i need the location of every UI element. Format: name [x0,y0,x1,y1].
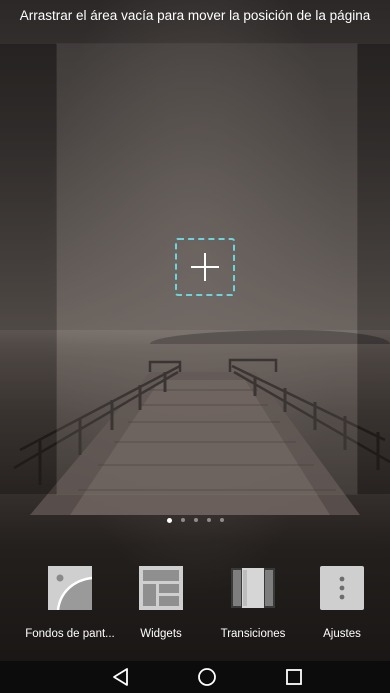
transitions-button[interactable]: Transiciones [205,566,301,640]
system-navigation-bar [0,661,390,693]
home-screen-edit-mode: Arrastrar el área vacía para mover la po… [0,0,390,693]
transitions-label: Transiciones [220,628,286,640]
page-indicator [0,517,390,523]
home-button[interactable] [187,665,227,689]
settings-dots-icon [320,566,364,610]
wallpapers-label: Fondos de pant... [25,628,115,640]
next-page-preview [357,44,390,494]
widgets-label: Widgets [140,628,182,640]
wallpapers-button[interactable]: Fondos de pant... [22,566,118,640]
page-dot-active[interactable] [166,517,172,523]
page-dot[interactable] [206,518,211,522]
home-circle-icon [198,668,216,686]
page-dot[interactable] [219,518,224,522]
transitions-icon [231,566,275,610]
widgets-icon [139,566,183,610]
recents-square-icon [286,669,302,685]
page-dot[interactable] [193,518,198,522]
back-button[interactable] [101,665,141,689]
edit-toolbar: Fondos de pant... Widgets Transiciones A… [0,566,390,646]
settings-label: Ajustes [323,628,361,640]
page-dot[interactable] [180,518,185,522]
settings-button[interactable]: Ajustes [294,566,390,640]
recents-button[interactable] [274,665,314,689]
widgets-button[interactable]: Widgets [113,566,209,640]
drag-hint-text: Arrastrar el área vacía para mover la po… [19,8,371,23]
add-page-button[interactable] [175,238,235,296]
back-triangle-icon [113,668,128,686]
wallpaper-icon [48,566,93,611]
previous-page-preview [0,44,57,494]
